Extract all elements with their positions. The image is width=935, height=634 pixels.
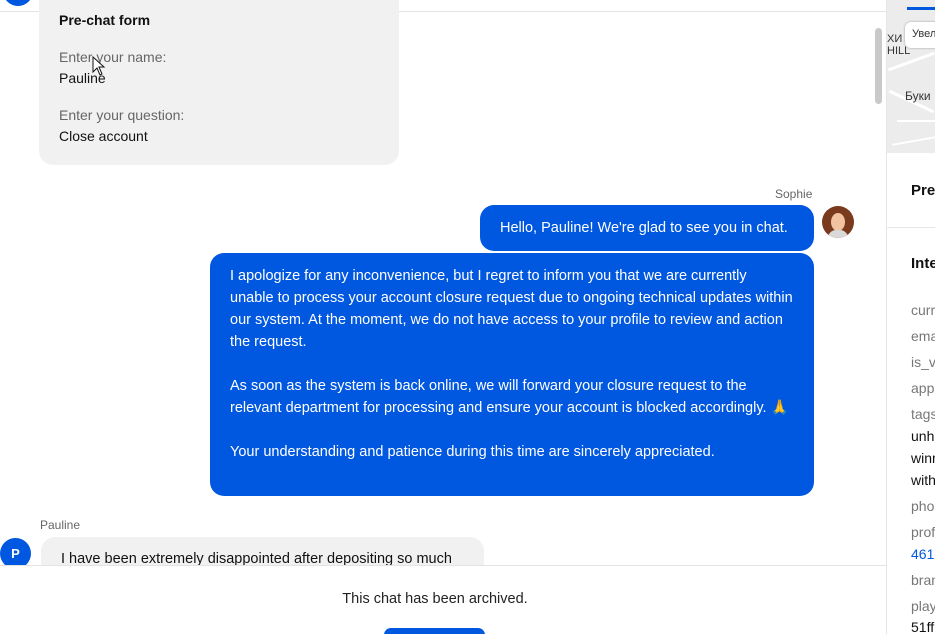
field-key: tags bbox=[911, 406, 935, 422]
agent-avatar bbox=[822, 206, 854, 238]
field-key: prof bbox=[911, 524, 935, 540]
field-key: curr bbox=[911, 302, 935, 318]
question-value: Close account bbox=[59, 128, 148, 144]
field-key: app bbox=[911, 380, 935, 396]
panel-section-title-2: Inte bbox=[911, 255, 935, 272]
field-value: 51ff bbox=[911, 619, 935, 634]
field-key: play bbox=[911, 598, 935, 614]
map-widget[interactable]: Увел ХИ HILL Буки bbox=[887, 0, 935, 153]
tag-value: with bbox=[911, 472, 935, 488]
tag-value: unh bbox=[911, 428, 935, 444]
panel-section-title-1: Pre bbox=[911, 182, 935, 199]
field-key: bran bbox=[911, 572, 935, 588]
agent-message-paragraph-3: Your understanding and patience during t… bbox=[230, 444, 715, 460]
map-district-label: ХИ HILL bbox=[887, 33, 911, 57]
agent-message-paragraph-1: I apologize for any inconvenience, but I… bbox=[230, 268, 793, 350]
map-place-label: Буки bbox=[905, 89, 931, 103]
field-key: ema bbox=[911, 328, 935, 344]
user-name: Pauline bbox=[40, 518, 81, 532]
chat-panel: Pre-chat form Enter your name: Pauline E… bbox=[0, 0, 886, 634]
profile-link[interactable]: 461 bbox=[911, 546, 934, 562]
map-top-bar bbox=[907, 7, 935, 10]
form-avatar bbox=[3, 0, 33, 6]
pre-chat-form-card: Pre-chat form Enter your name: Pauline E… bbox=[39, 0, 399, 165]
archived-footer: This chat has been archived. bbox=[0, 565, 886, 634]
field-key: pho bbox=[911, 498, 935, 514]
form-title: Pre-chat form bbox=[59, 12, 151, 28]
archived-notice: This chat has been archived. bbox=[342, 591, 528, 607]
tag-value: winr bbox=[911, 450, 935, 466]
agent-message-paragraph-2: As soon as the system is back online, we… bbox=[230, 378, 789, 416]
agent-greeting-bubble: Hello, Pauline! We're glad to see you in… bbox=[480, 205, 814, 251]
field-key: is_v bbox=[911, 354, 935, 370]
customer-info-panel: Увел ХИ HILL Буки Pre Inte curr ema is_v… bbox=[886, 0, 935, 634]
agent-name: Sophie bbox=[775, 187, 813, 201]
question-label: Enter your question: bbox=[59, 107, 185, 123]
name-label: Enter your name: bbox=[59, 49, 167, 65]
mouse-cursor-icon bbox=[92, 56, 106, 76]
footer-action-button[interactable] bbox=[384, 628, 485, 634]
agent-message-bubble: I apologize for any inconvenience, but I… bbox=[210, 253, 814, 496]
chat-scrollbar[interactable] bbox=[875, 28, 882, 104]
panel-divider bbox=[887, 227, 935, 228]
